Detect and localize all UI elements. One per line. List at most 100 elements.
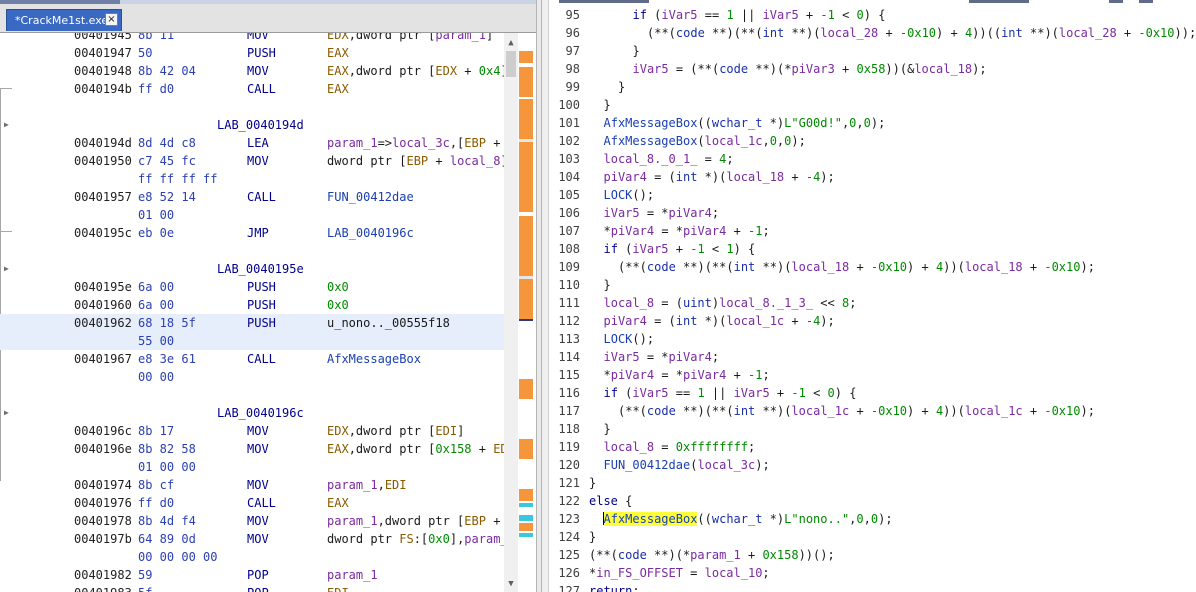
operand-token[interactable]: EAX [327,82,349,96]
operand-token[interactable]: EAX [327,46,349,60]
code-text[interactable]: AfxMessageBox((wchar_t *)L"G00d!",0,0); [604,114,886,132]
code-token[interactable]: iVar5 [734,386,770,400]
code-line[interactable]: 113 LOCK(); [549,330,1196,348]
operand-token[interactable]: param_1 [327,568,378,582]
code-token[interactable]: if [633,8,647,22]
operand-token[interactable]: EDI [435,424,457,438]
instruction-row[interactable]: 00401978 8b 4d f4 MOV param_1,dword ptr [EB… [0,512,504,530]
code-text[interactable]: piVar4 = (int *)(local_1c + -4); [604,312,835,330]
operand-token[interactable]: EDX [493,442,504,456]
operand-token[interactable]: param_1 [327,514,378,528]
code-token[interactable]: local_10 [705,566,763,580]
code-token[interactable]: 0 [864,116,871,130]
operand-token[interactable]: FUN_00412dae [327,190,414,204]
bytes-continuation-row[interactable]: 01 00 00 [0,458,504,476]
label-row[interactable]: LAB_0040194d [0,116,504,134]
code-token[interactable]: AfxMessageBox [604,116,698,130]
operand-token[interactable]: EDX [327,424,349,438]
code-token[interactable]: AfxMessageBox [603,512,698,526]
code-token[interactable]: 1 [726,8,733,22]
code-token[interactable]: int [676,170,698,184]
code-text[interactable]: iVar5 = *piVar4; [604,204,720,222]
code-label[interactable]: LAB_0040195e [217,260,304,278]
code-text[interactable]: if (iVar5 == 1 || iVar5 + -1 < 0) { [633,6,886,24]
instruction-operands[interactable]: FUN_00412dae [327,188,414,206]
code-token[interactable]: -0x10 [871,260,907,274]
code-text[interactable]: iVar5 = *piVar4; [604,348,720,366]
instruction-operands[interactable]: EAX [327,494,349,512]
bytes-continuation-row[interactable]: 00 00 00 00 [0,548,504,566]
code-token[interactable]: iVar5 [604,206,640,220]
code-label[interactable]: LAB_0040194d [217,116,304,134]
code-line[interactable]: 119 local_8 = 0xffffffff; [549,438,1196,456]
instruction-operands[interactable]: u_nono.._00555f18 [327,314,450,332]
code-token[interactable]: local_28 [1059,26,1117,40]
code-line[interactable]: 95 if (iVar5 == 1 || iVar5 + -1 < 0) { [549,6,1196,24]
instruction-operands[interactable]: EAX,dword ptr [0x158 + EDX [327,440,504,458]
code-line[interactable]: 110} [549,276,1196,294]
code-text[interactable]: (**(code **)(**(int **)(local_28 + -0x10… [647,24,1196,42]
code-line[interactable]: 105 LOCK(); [549,186,1196,204]
operand-token[interactable]: EDI [327,586,349,592]
bytes-continuation-row[interactable]: 01 00 [0,206,504,224]
code-text[interactable]: if (iVar5 == 1 || iVar5 + -1 < 0) { [604,384,857,402]
code-token[interactable]: int [734,260,756,274]
instruction-operands[interactable]: param_1 [327,566,378,584]
instruction-row[interactable]: 0040195c eb 0e JMP LAB_0040196c [0,224,504,242]
code-token[interactable]: -0x10 [1138,26,1174,40]
code-line[interactable]: 100} [549,96,1196,114]
code-text[interactable]: local_8._0_1_ = 4; [604,150,734,168]
code-line[interactable]: 126 *in_FS_OFFSET = local_10; [549,564,1196,582]
code-token[interactable]: local_8 [604,440,655,454]
close-icon[interactable]: × [105,13,118,26]
code-token[interactable]: iVar5 [632,242,668,256]
code-line[interactable]: 122 else { [549,492,1196,510]
code-line[interactable]: 102 AfxMessageBox(local_1c,0,0); [549,132,1196,150]
code-text[interactable]: AfxMessageBox((wchar_t *)L"nono..",0,0); [602,510,893,528]
code-line[interactable]: 101 AfxMessageBox((wchar_t *)L"G00d!",0,0… [549,114,1196,132]
instruction-row[interactable]: 0040197b 64 89 0d MOV dword ptr FS:[0x0],pa… [0,530,504,548]
instruction-operands[interactable]: param_1=>local_3c,[EBP + [327,134,500,152]
code-token[interactable]: 0xffffffff [676,440,748,454]
code-text[interactable]: *in_FS_OFFSET = local_10; [589,564,770,582]
operand-token[interactable]: EDX [327,33,349,42]
operand-token[interactable]: EDI [385,478,407,492]
code-token[interactable]: wchar_t [712,116,763,130]
code-token[interactable]: local_1c [726,314,784,328]
code-token[interactable]: param_1 [690,548,741,562]
code-text[interactable]: return; [589,582,640,592]
code-token[interactable]: -4 [806,314,820,328]
code-text[interactable]: iVar5 = (**(code **)(*piVar3 + 0x58))(&l… [633,60,987,78]
code-text[interactable]: else { [589,492,632,510]
instruction-operands[interactable]: EAX,dword ptr [EDX + 0x4] [327,62,504,80]
code-line[interactable]: 112 piVar4 = (int *)(local_1c + -4); [549,312,1196,330]
code-token[interactable]: 0 [770,134,777,148]
code-token[interactable]: local_8._0_1_ [604,152,698,166]
listing-scrollbar[interactable]: ▲ ▼ [504,33,518,592]
code-token[interactable]: local_18 [965,260,1023,274]
operand-token[interactable]: FS [399,532,413,546]
code-token[interactable]: 0 [856,512,863,526]
instruction-row[interactable]: 0040196c 8b 17 MOV EDX,dword ptr [EDI] [0,422,504,440]
instruction-row[interactable]: 0040194d 8d 4d c8 LEA param_1=>local_3c,[EB… [0,134,504,152]
code-text[interactable]: LOCK(); [604,186,655,204]
code-text[interactable]: AfxMessageBox(local_1c,0,0); [604,132,806,150]
operand-token[interactable]: EAX [327,64,349,78]
code-line[interactable]: 106 iVar5 = *piVar4; [549,204,1196,222]
code-token[interactable]: int [676,314,698,328]
instruction-operands[interactable]: dword ptr FS:[0x0],param_ [327,530,504,548]
code-text[interactable]: *piVar4 = *piVar4 + -1; [604,222,770,240]
code-token[interactable]: 1 [697,386,704,400]
code-line[interactable]: 107 *piVar4 = *piVar4 + -1; [549,222,1196,240]
instruction-operands[interactable]: 0x0 [327,296,349,314]
code-token[interactable]: code [618,548,647,562]
code-token[interactable]: local_1c [791,404,849,418]
code-text[interactable]: } [589,474,596,492]
code-line[interactable]: 118} [549,420,1196,438]
code-token[interactable]: -1 [748,368,762,382]
code-label[interactable]: LAB_0040196c [217,404,304,422]
code-line[interactable]: 108 if (iVar5 + -1 < 1) { [549,240,1196,258]
operand-token[interactable]: local_3c [392,136,450,150]
operand-token[interactable]: AfxMessageBox [327,352,421,366]
instruction-row[interactable]: 00401983 5f POP EDI [0,584,504,592]
